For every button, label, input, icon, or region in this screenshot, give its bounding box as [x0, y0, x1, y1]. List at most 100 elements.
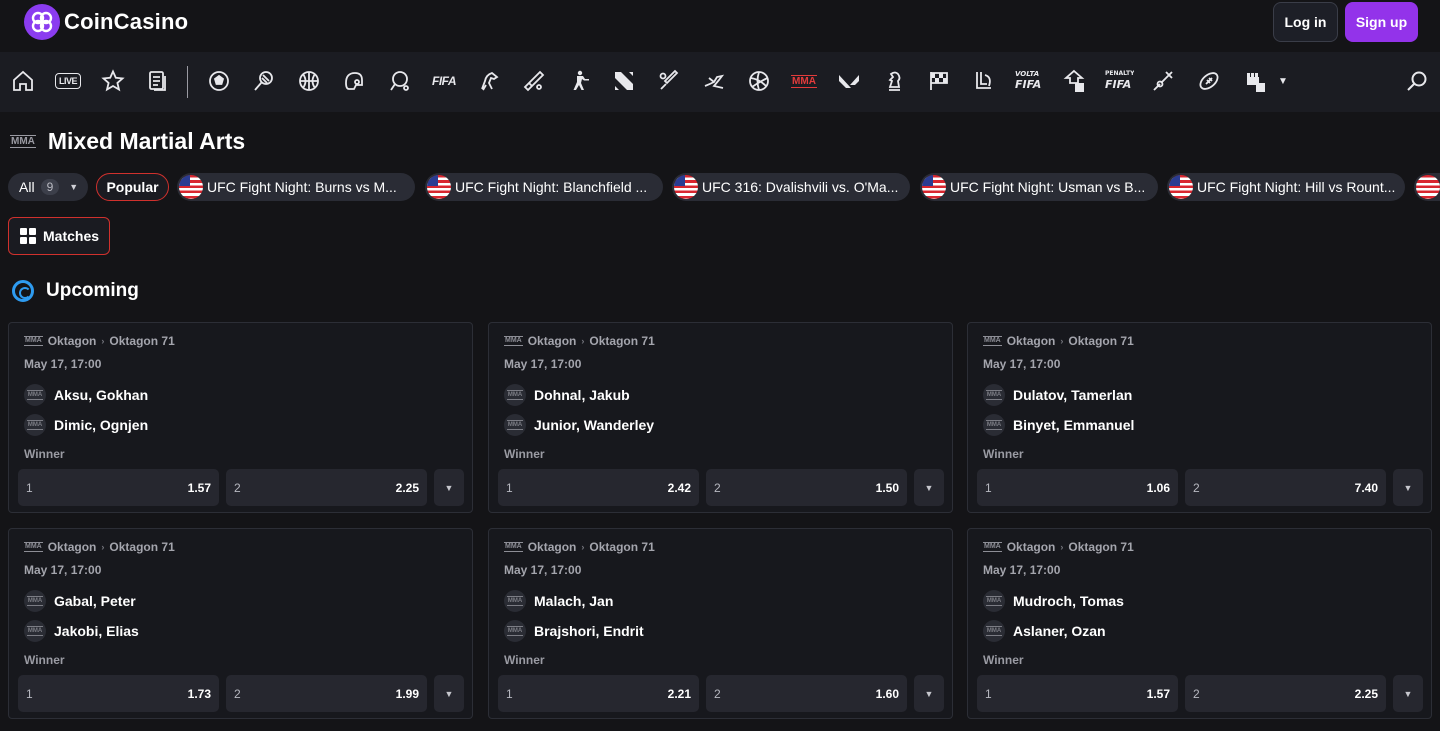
tab-matches[interactable]: Matches	[8, 217, 110, 255]
match-card[interactable]: MMA Oktagon › Oktagon 71 May 17, 17:00 M…	[967, 528, 1432, 719]
more-markets-button[interactable]: ▼	[914, 675, 944, 712]
signup-button[interactable]: Sign up	[1345, 2, 1418, 42]
odds-button-2[interactable]: 2 1.60	[706, 675, 907, 712]
mma-icon[interactable]: MMA	[789, 68, 819, 94]
fifa-icon[interactable]: FIFA	[428, 68, 460, 94]
competition-breadcrumb: MMA Oktagon › Oktagon 71	[24, 334, 175, 348]
league-name[interactable]: Oktagon	[1007, 334, 1056, 348]
more-markets-button[interactable]: ▼	[1393, 469, 1423, 506]
team-away: MMA Junior, Wanderley	[504, 414, 654, 436]
hockey-icon[interactable]	[341, 68, 367, 94]
odds-button-1[interactable]: 1 2.21	[498, 675, 699, 712]
filter-event[interactable]: UFC Fight Night: Blanchfield ...	[425, 173, 663, 201]
badminton-icon[interactable]	[1150, 68, 1176, 94]
dota-icon[interactable]	[611, 68, 637, 94]
odds-button-1[interactable]: 1 1.57	[977, 675, 1178, 712]
filter-event[interactable]: UFC Fight Night: Hill vs Rount...	[1167, 173, 1405, 201]
odds-button-2[interactable]: 2 2.25	[226, 469, 427, 506]
volta-fifa-icon[interactable]: VOLTA FIFA	[1013, 68, 1045, 94]
filter-event-partial[interactable]	[1414, 173, 1440, 201]
league-name[interactable]: Oktagon	[528, 540, 577, 554]
mma-icon: MMA	[506, 626, 524, 636]
volleyball-icon[interactable]	[746, 68, 772, 94]
mma-icon: MMA	[985, 626, 1003, 636]
event-name[interactable]: Oktagon 71	[109, 540, 174, 554]
odds-button-2[interactable]: 2 2.25	[1185, 675, 1386, 712]
match-datetime: May 17, 17:00	[24, 357, 102, 371]
fighter-name: Binyet, Emmanuel	[1013, 417, 1135, 433]
league-name[interactable]: Oktagon	[48, 334, 97, 348]
event-name[interactable]: Oktagon 71	[589, 540, 654, 554]
filter-all[interactable]: All 9 ▼	[8, 173, 88, 201]
fighter-name: Dohnal, Jakub	[534, 387, 630, 403]
odds-value: 2.21	[667, 686, 691, 701]
filter-popular[interactable]: Popular	[96, 173, 169, 201]
tennis-icon[interactable]	[251, 68, 277, 94]
event-name[interactable]: Oktagon 71	[589, 334, 654, 348]
cricket-icon[interactable]	[521, 68, 547, 94]
chevron-right-icon: ›	[1060, 336, 1064, 346]
team-away: MMA Dimic, Ognjen	[24, 414, 148, 436]
rugby-icon[interactable]	[1196, 68, 1222, 94]
live-icon[interactable]: LIVE	[54, 68, 82, 94]
match-card[interactable]: MMA Oktagon › Oktagon 71 May 17, 17:00 M…	[8, 322, 473, 513]
competition-breadcrumb: MMA Oktagon › Oktagon 71	[24, 540, 175, 554]
odds-button-1[interactable]: 1 2.42	[498, 469, 699, 506]
match-card[interactable]: MMA Oktagon › Oktagon 71 May 17, 17:00 M…	[488, 322, 953, 513]
odds-button-1[interactable]: 1 1.06	[977, 469, 1178, 506]
fighter-name: Gabal, Peter	[54, 593, 136, 609]
ebox-icon[interactable]	[1242, 68, 1268, 94]
mma-sport-icon: MMA	[10, 135, 36, 148]
valorant-icon[interactable]	[836, 68, 862, 94]
more-chevron-icon[interactable]: ▼	[1274, 68, 1292, 94]
event-name[interactable]: Oktagon 71	[1068, 540, 1133, 554]
login-button[interactable]: Log in	[1273, 2, 1338, 42]
soccer-icon[interactable]	[206, 68, 232, 94]
chess-icon[interactable]	[881, 68, 907, 94]
odds-button-1[interactable]: 1 1.57	[18, 469, 219, 506]
horse-racing-icon[interactable]	[476, 68, 502, 94]
odds-button-2[interactable]: 2 1.50	[706, 469, 907, 506]
search-icon[interactable]	[1404, 68, 1430, 94]
greyhound-icon[interactable]	[701, 68, 727, 94]
grid-icon	[20, 228, 36, 244]
filter-event[interactable]: UFC 316: Dvalishvili vs. O'Ma...	[672, 173, 910, 201]
baseball-icon[interactable]	[656, 68, 682, 94]
event-name[interactable]: Oktagon 71	[1068, 334, 1133, 348]
odds-button-2[interactable]: 2 7.40	[1185, 469, 1386, 506]
team-home: MMA Malach, Jan	[504, 590, 613, 612]
counter-strike-icon[interactable]	[566, 68, 592, 94]
brand-logo[interactable]: CoinCasino	[24, 4, 188, 40]
filter-event-label: UFC Fight Night: Blanchfield ...	[455, 179, 648, 195]
more-markets-button[interactable]: ▼	[914, 469, 944, 506]
nba2k-icon[interactable]	[1061, 68, 1087, 94]
mma-icon: MMA	[26, 626, 44, 636]
league-of-legends-icon[interactable]	[971, 68, 997, 94]
home-icon[interactable]	[10, 68, 36, 94]
sport-navigation-bar: LIVE FIFA MMA VOLTA FIFA PENALTY FIFA ▼	[0, 52, 1440, 112]
more-markets-button[interactable]: ▼	[434, 675, 464, 712]
team-away: MMA Aslaner, Ozan	[983, 620, 1106, 642]
event-name[interactable]: Oktagon 71	[109, 334, 174, 348]
league-name[interactable]: Oktagon	[1007, 540, 1056, 554]
league-name[interactable]: Oktagon	[48, 540, 97, 554]
star-icon[interactable]	[100, 68, 126, 94]
tab-matches-label: Matches	[43, 228, 100, 244]
filter-event[interactable]: UFC Fight Night: Usman vs B...	[920, 173, 1158, 201]
odds-button-1[interactable]: 1 1.73	[18, 675, 219, 712]
table-tennis-icon[interactable]	[386, 68, 412, 94]
basketball-icon[interactable]	[296, 68, 322, 94]
more-markets-button[interactable]: ▼	[434, 469, 464, 506]
motorsport-icon[interactable]	[926, 68, 952, 94]
match-card[interactable]: MMA Oktagon › Oktagon 71 May 17, 17:00 M…	[967, 322, 1432, 513]
betslip-icon[interactable]	[145, 68, 171, 94]
filter-event[interactable]: UFC Fight Night: Burns vs M...	[177, 173, 415, 201]
league-name[interactable]: Oktagon	[528, 334, 577, 348]
odds-button-2[interactable]: 2 1.99	[226, 675, 427, 712]
mma-icon: MMA	[26, 596, 44, 606]
match-card[interactable]: MMA Oktagon › Oktagon 71 May 17, 17:00 M…	[8, 528, 473, 719]
more-markets-button[interactable]: ▼	[1393, 675, 1423, 712]
match-card[interactable]: MMA Oktagon › Oktagon 71 May 17, 17:00 M…	[488, 528, 953, 719]
penalty-fifa-icon[interactable]: PENALTY FIFA	[1103, 68, 1135, 94]
svg-text:FIFA: FIFA	[1015, 78, 1041, 91]
